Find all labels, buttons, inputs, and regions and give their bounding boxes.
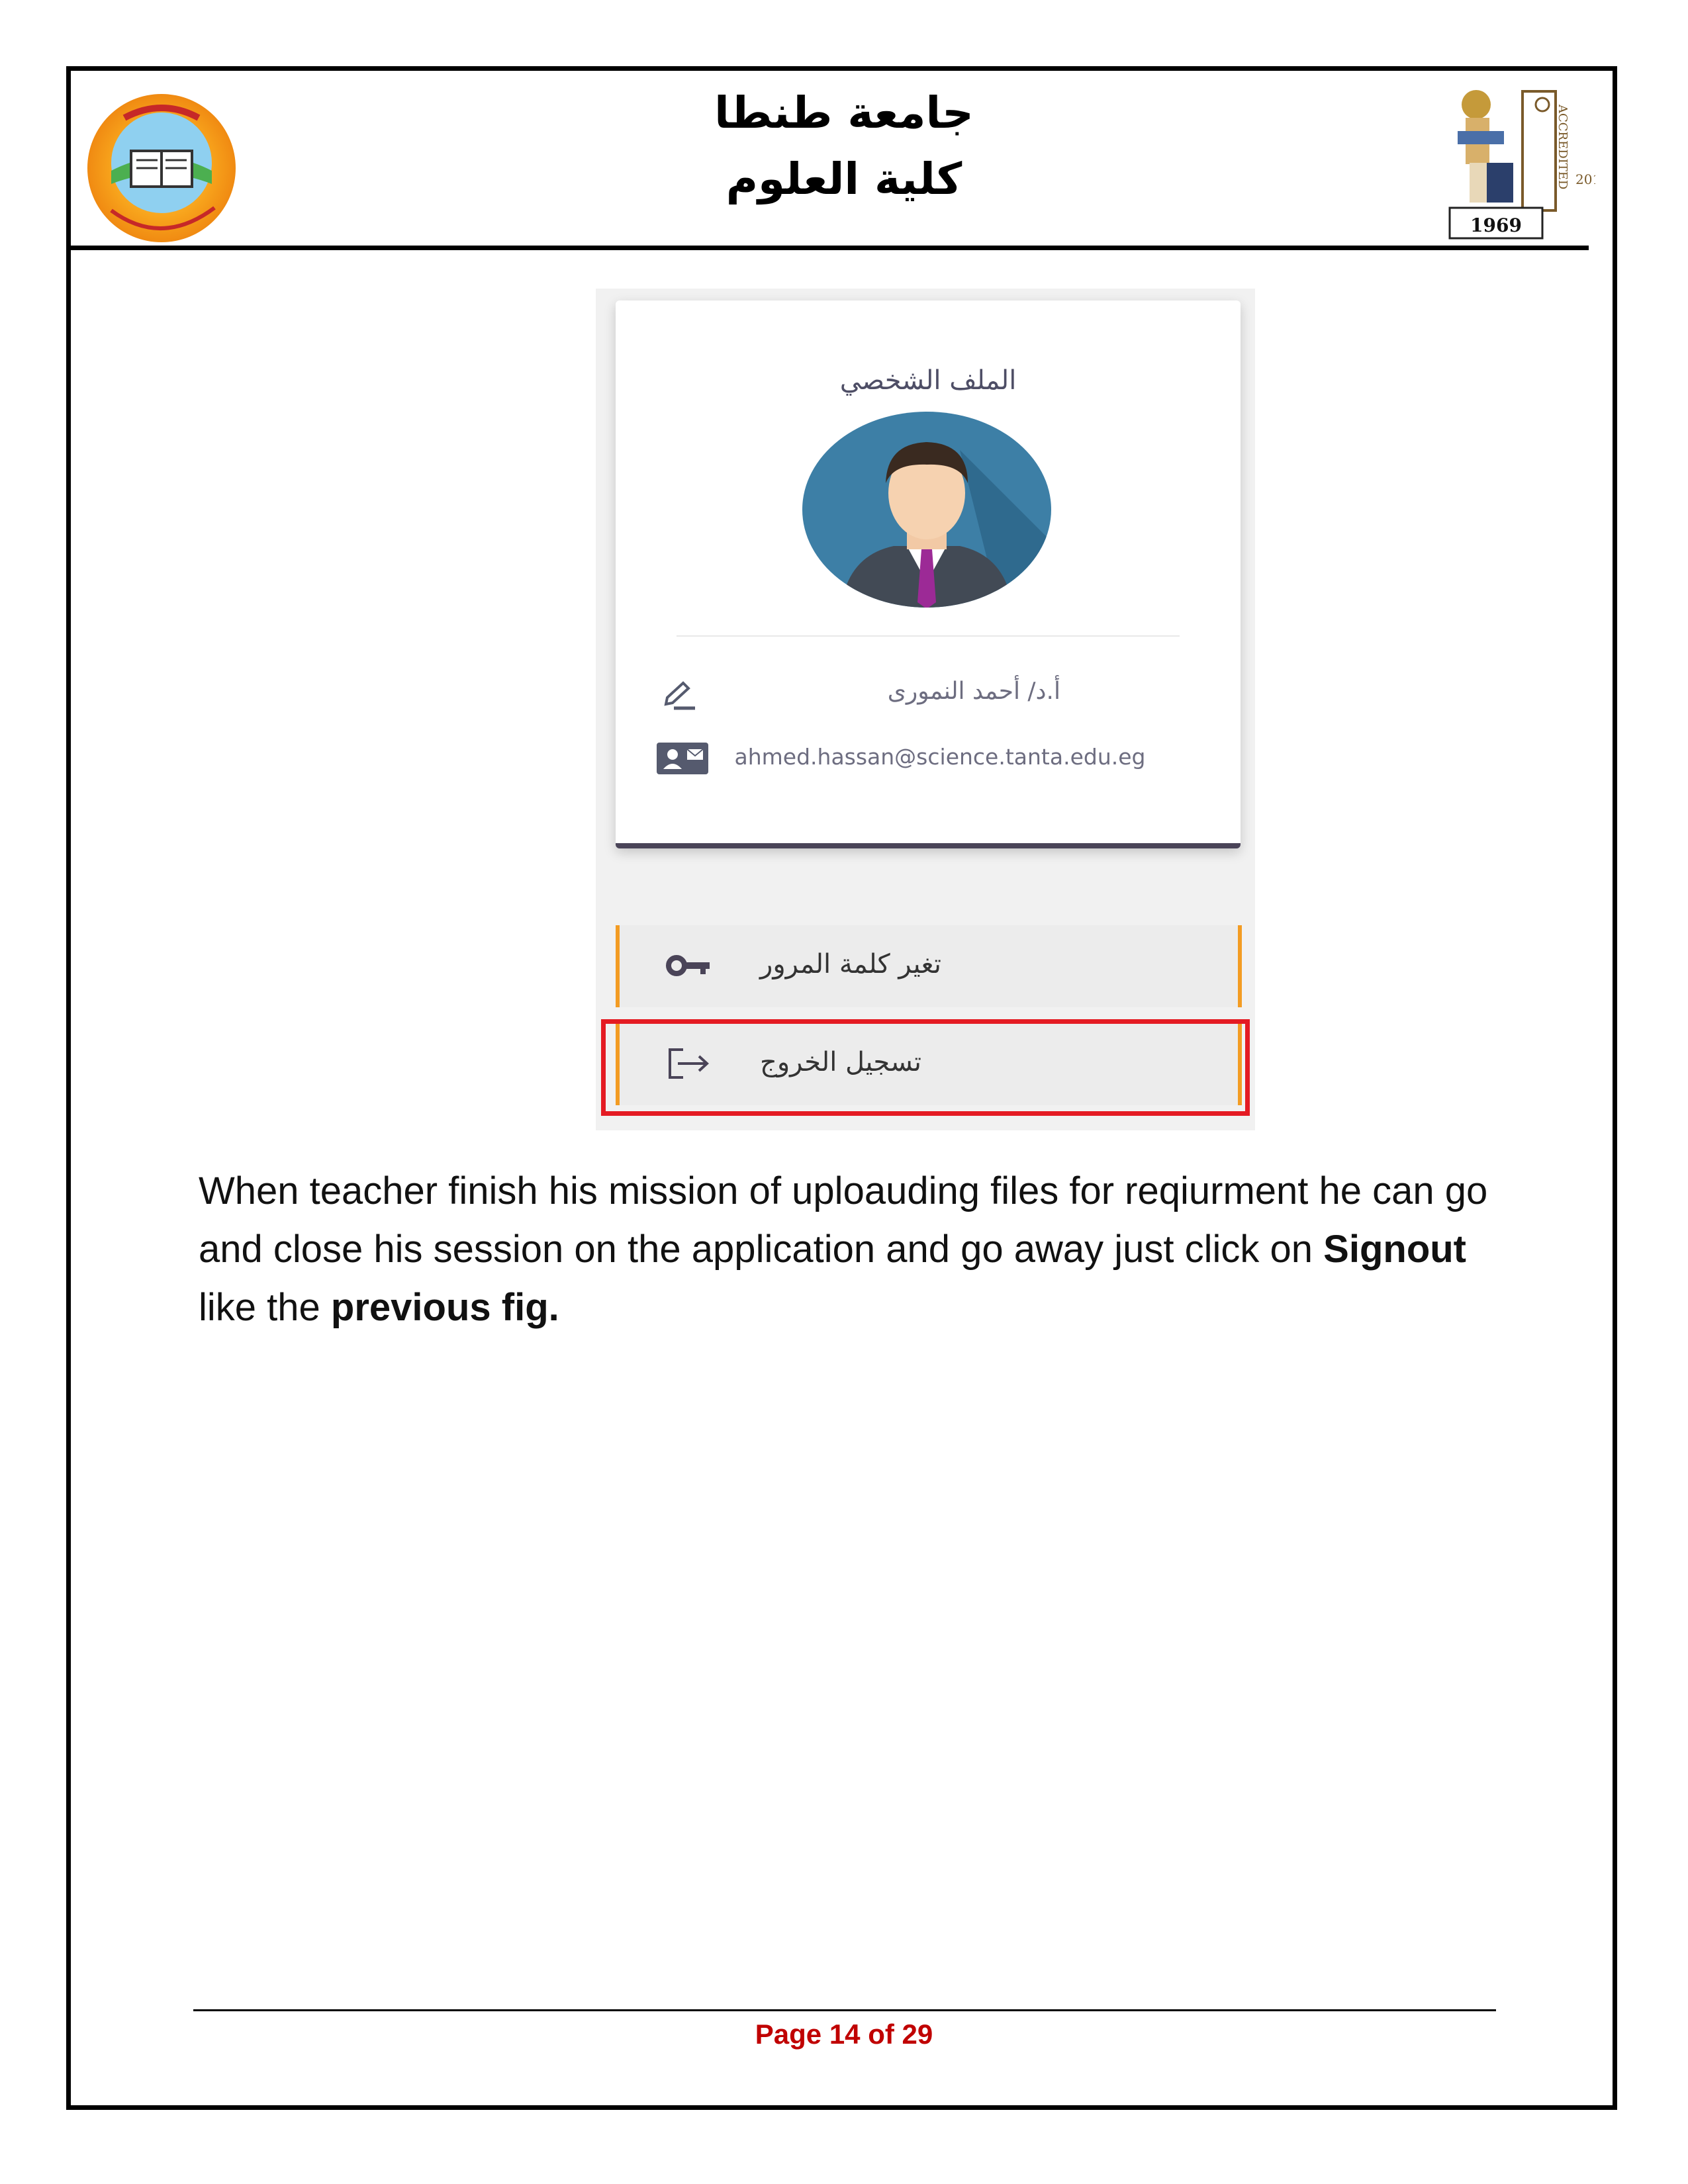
screenshot-figure: الملف الشخصي أ.د/ أحمد النمورى ahmed.has… (596, 289, 1255, 1130)
user-avatar-icon (802, 412, 1051, 608)
svg-text:1969: 1969 (1470, 214, 1522, 236)
card-divider (677, 635, 1180, 637)
key-icon (666, 955, 710, 976)
profile-card-title: الملف الشخصي (839, 365, 1017, 396)
body-mid: like the (199, 1286, 320, 1329)
tanta-university-logo (87, 94, 236, 242)
body-paragraph: When teacher finish his mission of uploa… (199, 1162, 1496, 1337)
profile-name: أ.د/ أحمد النمورى (887, 678, 1060, 705)
svg-text:ACCREDITED: ACCREDITED (1556, 104, 1570, 189)
university-name: جامعة طنطا (714, 87, 974, 138)
profile-name-row: أ.د/ أحمد النمورى (616, 678, 1241, 717)
accredited-1969-logo: 1969 2016 ACCREDITED (1443, 85, 1595, 241)
header-divider (66, 246, 1589, 250)
page-number: Page 14 of 29 (755, 2019, 933, 2050)
faculty-name: كلية العلوم (726, 154, 962, 205)
svg-text:2016: 2016 (1575, 171, 1595, 187)
footer-divider (193, 2009, 1496, 2011)
previous-fig-bold: previous fig. (330, 1286, 559, 1329)
profile-email-row: ahmed.hassan@science.tanta.edu.eg (616, 743, 1241, 815)
profile-card: الملف الشخصي أ.د/ أحمد النمورى ahmed.has… (616, 300, 1241, 848)
signout-bold: Signout (1323, 1228, 1466, 1271)
change-password-menu-item[interactable]: تغير كلمة المرور (616, 925, 1242, 1007)
profile-email: ahmed.hassan@science.tanta.edu.eg (734, 744, 1146, 770)
logout-highlight-box (601, 1019, 1250, 1116)
body-line: When teacher finish his mission of uploa… (199, 1169, 1488, 1271)
change-password-label: تغير كلمة المرور (760, 949, 941, 979)
pencil-icon[interactable] (661, 680, 698, 711)
id-card-icon (657, 743, 708, 774)
